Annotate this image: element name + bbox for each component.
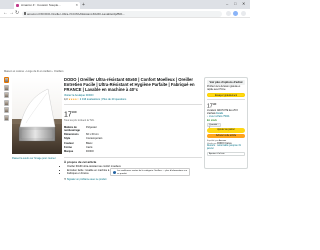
image-zoom-caption: Passez la souris sur l'image pour zoomer (12, 157, 56, 160)
tab-title: Amazon.fr : Coussin Souple... (21, 3, 61, 7)
rating-count-link[interactable]: 2 016 évaluations (80, 98, 100, 101)
product-details: DODO | Oreiller Ultra-résistant 60x60 | … (64, 77, 202, 181)
location-label: Livrer à Paris 75001 (208, 116, 230, 119)
info-notice[interactable]: i Les meilleures ventes de la catégorie … (110, 168, 190, 176)
returns-link[interactable]: Retours : retournable jusqu'au 31 janvie… (207, 145, 245, 151)
address-bar[interactable]: amazon.fr/DODO-Oreiller-Ultra-r%C3%A9sis… (22, 10, 222, 17)
spec-key: Matière de rembourrage (64, 126, 80, 133)
browser-tab[interactable]: Amazon.fr : Coussin Souple... ✕ (14, 2, 80, 9)
extensions-icon[interactable] (226, 11, 231, 16)
spec-row: Matière de rembourrage Polyester (64, 125, 102, 132)
about-title: À propos de cet article (64, 160, 97, 165)
star-rating-icon[interactable]: ★★★★☆ (68, 98, 79, 101)
menu-icon[interactable] (241, 11, 246, 16)
rating-row: 4,3 ★★★★☆ 2 016 évaluations | Plus de 20… (64, 98, 202, 101)
address-bar-url: amazon.fr/DODO-Oreiller-Ultra-r%C3%A9sis… (27, 11, 126, 16)
location-link[interactable]: ⌖ Livrer à Paris 75001 (207, 116, 245, 118)
close-window-button[interactable]: ✕ (242, 1, 245, 6)
amazon-favicon-icon (16, 4, 19, 7)
spec-value: DODO (86, 149, 94, 153)
browser-tabbar: Amazon.fr : Coussin Souple... ✕ + – □ ✕ (0, 0, 250, 9)
minimize-button[interactable]: – (226, 1, 228, 6)
price-whole: 17 (64, 110, 72, 118)
buybox-header[interactable]: Voir plus d'options d'achat (207, 80, 245, 85)
store-link[interactable]: Visitez la boutique DODO (64, 94, 202, 97)
add-to-list-button[interactable]: Ajouter à la liste (207, 152, 245, 157)
quantity-select[interactable]: Quantité : 1 (207, 123, 221, 129)
info-icon: i (112, 171, 116, 174)
new-tab-button[interactable]: + (82, 2, 85, 8)
seller-info: Expédié par Amazon Vendu par DODO France… (207, 140, 245, 151)
add-to-cart-button[interactable]: Ajouter au panier (207, 128, 245, 133)
reload-button[interactable]: ↻ (15, 10, 19, 17)
ships-from-value: Amazon (218, 139, 227, 142)
profile-avatar[interactable] (233, 11, 238, 16)
buybox-price-currency: € (215, 103, 217, 106)
pillow-photo (12, 77, 62, 154)
thumbnail-3[interactable] (4, 92, 9, 98)
back-button[interactable]: ← (3, 10, 8, 17)
product-main-image[interactable]: Passez la souris sur l'image pour zoomer (12, 77, 62, 165)
lock-icon (23, 12, 26, 15)
spec-row: Marque DODO (64, 149, 102, 153)
spec-key: Marque (64, 149, 74, 153)
flag-icon: ⚑ (64, 177, 67, 181)
divider (64, 156, 202, 158)
maximize-button[interactable]: □ (234, 1, 236, 6)
buy-now-button[interactable]: Acheter cette article (207, 133, 245, 139)
product-price: 1790€ (64, 108, 202, 119)
report-problem-link[interactable]: ⚑ Signaler un problème avec ce produit (64, 178, 202, 181)
price-currency: € (75, 109, 77, 114)
tab-close-icon[interactable]: ✕ (75, 2, 78, 9)
browser-toolbar: ← → ↻ amazon.fr/DODO-Oreiller-Ultra-r%C3… (0, 9, 250, 18)
thumbnail-6[interactable] (4, 114, 9, 121)
thumbnail-4[interactable] (4, 99, 9, 106)
divider (64, 104, 202, 105)
product-title: DODO | Oreiller Ultra-résistant 60x60 | … (64, 77, 195, 93)
buybox-price: 1790€ (207, 102, 245, 109)
specs-table: Matière de rembourrage Polyester Dimensio… (64, 125, 102, 153)
buy-box: Voir plus d'options d'achat Profitez de … (204, 77, 248, 169)
questions-link[interactable]: | Plus de 20 questions (101, 98, 126, 101)
ships-from-label: Expédié par (207, 139, 219, 142)
thumbnail-5[interactable] (4, 107, 9, 113)
notice-text: Les meilleures ventes de la catégorie Or… (117, 170, 188, 175)
report-problem-label: Signaler un problème avec ce produit (66, 177, 107, 181)
spec-value: Polyester (86, 126, 97, 130)
image-thumbnails (4, 77, 9, 122)
prime-text: Profitez de la livraison gratuite et rap… (207, 85, 241, 91)
forward-button[interactable]: → (9, 10, 14, 17)
stock-status: En stock (207, 119, 217, 123)
tax-note: Tous les prix incluent la TVA. (64, 119, 95, 123)
breadcrumb[interactable]: Maison et cuisine › Linge de lit et orei… (4, 70, 64, 73)
thumbnail-1[interactable] (4, 77, 9, 83)
prime-trial-button[interactable]: Essayez gratuitement (207, 92, 245, 98)
thumbnail-2[interactable] (4, 84, 9, 91)
spec-value: Contemporain (86, 137, 103, 141)
